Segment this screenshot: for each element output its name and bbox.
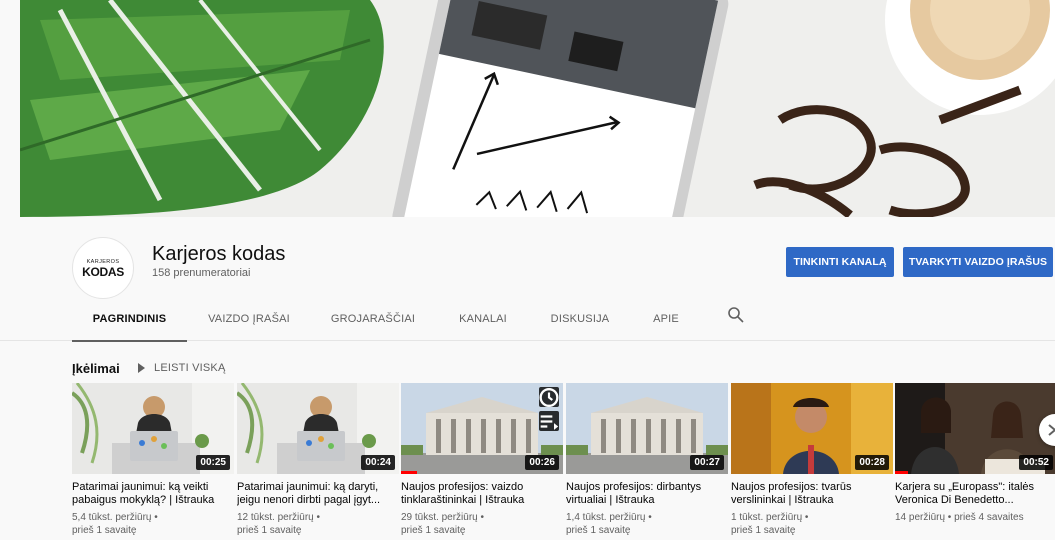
channel-tabs: PAGRINDINIS VAIZDO ĮRAŠAI GROJARAŠČIAI K…: [0, 297, 1055, 342]
video-title[interactable]: Karjera su „Europass": italės Veronica D…: [895, 481, 1055, 506]
video-age: prieš 1 savaitę: [731, 525, 796, 536]
queue-icon[interactable]: [539, 411, 559, 431]
tablet-decoration: [392, 0, 729, 217]
video-meta: 1 tūkst. peržiūrų • prieš 1 savaitę: [731, 511, 893, 537]
video-thumbnail[interactable]: 00:25: [72, 383, 234, 474]
avatar-main-text: KODAS: [82, 264, 124, 279]
video-meta: 1,4 tūkst. peržiūrų • prieš 1 savaitę: [566, 511, 728, 537]
search-icon[interactable]: [726, 305, 746, 325]
video-age: prieš 1 savaitę: [72, 525, 137, 536]
video-duration: 00:26: [525, 455, 559, 470]
video-views: 1 tūkst. peržiūrų •: [731, 512, 809, 523]
play-all-button[interactable]: LEISTI VISKĄ: [138, 356, 225, 380]
chevron-right-icon: [1048, 424, 1055, 436]
video-duration: 00:27: [690, 455, 724, 470]
channel-name: Karjeros kodas: [152, 243, 286, 265]
tab-home[interactable]: PAGRINDINIS: [72, 297, 187, 342]
video-age: prieš 1 savaitę: [401, 525, 466, 536]
video-views: 1,4 tūkst. peržiūrų •: [566, 512, 652, 523]
video-thumbnail[interactable]: 00:24: [237, 383, 399, 474]
play-all-label: LEISTI VISKĄ: [154, 362, 226, 374]
video-duration: 00:24: [361, 455, 395, 470]
video-duration: 00:28: [855, 455, 889, 470]
video-age: prieš 1 savaitę: [566, 525, 631, 536]
video-age: prieš 1 savaitę: [237, 525, 302, 536]
video-thumbnail[interactable]: 00:52: [895, 383, 1055, 474]
video-card[interactable]: 00:28 Naujos profesijos: tvarūs verslini…: [731, 383, 893, 537]
tab-about[interactable]: APIE: [640, 297, 692, 341]
manage-videos-button[interactable]: TVARKYTI VAIZDO ĮRAŠUS: [903, 247, 1053, 277]
tab-videos[interactable]: VAIZDO ĮRAŠAI: [195, 297, 303, 341]
video-meta: 5,4 tūkst. peržiūrų • prieš 1 savaitę: [72, 511, 234, 537]
channel-avatar[interactable]: KARJEROS KODAS: [72, 237, 134, 299]
video-views: 5,4 tūkst. peržiūrų •: [72, 512, 158, 523]
thumbnail-actions: [539, 387, 559, 431]
video-meta: 14 peržiūrų • prieš 4 savaites: [895, 511, 1055, 524]
watch-progress-bar: [895, 471, 908, 474]
video-views: 29 tūkst. peržiūrų •: [401, 512, 484, 523]
video-duration: 00:52: [1019, 455, 1053, 470]
video-views: 14 peržiūrų • prieš 4 savaites: [895, 512, 1024, 523]
video-title[interactable]: Patarimai jaunimui: ką daryti, jeigu nen…: [237, 481, 399, 506]
video-card[interactable]: 00:26 Naujos profesijos: vaizdo tinklara…: [401, 383, 563, 537]
video-meta: 29 tūkst. peržiūrų • prieš 1 savaitę: [401, 511, 563, 537]
tab-playlists[interactable]: GROJARAŠČIAI: [318, 297, 428, 341]
video-card[interactable]: 00:25 Patarimai jaunimui: ką veikti paba…: [72, 383, 234, 537]
banner-image: [20, 0, 1055, 217]
video-card[interactable]: 00:24 Patarimai jaunimui: ką daryti, jei…: [237, 383, 399, 537]
video-title[interactable]: Patarimai jaunimui: ką veikti pabaigus m…: [72, 481, 234, 506]
tab-discussion[interactable]: DISKUSIJA: [540, 297, 620, 341]
subscriber-count: 158 prenumeratoriai: [152, 267, 251, 279]
channel-page: KARJEROS KODAS Karjeros kodas 158 prenum…: [0, 0, 1055, 540]
video-title[interactable]: Naujos profesijos: vaizdo tinklaraštinin…: [401, 481, 563, 506]
video-thumbnail[interactable]: 00:27: [566, 383, 728, 474]
video-thumbnail[interactable]: 00:26: [401, 383, 563, 474]
video-title[interactable]: Naujos profesijos: dirbantys virtualiai …: [566, 481, 728, 506]
play-icon: [138, 363, 145, 373]
channel-banner: [20, 0, 1055, 217]
video-meta: 12 tūkst. peržiūrų • prieš 1 savaitę: [237, 511, 399, 537]
video-views: 12 tūkst. peržiūrų •: [237, 512, 320, 523]
watch-progress-bar: [401, 471, 418, 474]
video-title[interactable]: Naujos profesijos: tvarūs verslininkai |…: [731, 481, 893, 506]
video-duration: 00:25: [196, 455, 230, 470]
section-title: Įkėlimai: [72, 361, 120, 376]
tab-channels[interactable]: KANALAI: [444, 297, 522, 341]
video-thumbnail[interactable]: 00:28: [731, 383, 893, 474]
video-card[interactable]: 00:52 Karjera su „Europass": italės Vero…: [895, 383, 1055, 524]
video-card[interactable]: 00:27 Naujos profesijos: dirbantys virtu…: [566, 383, 728, 537]
customize-channel-button[interactable]: TINKINTI KANALĄ: [786, 247, 894, 277]
